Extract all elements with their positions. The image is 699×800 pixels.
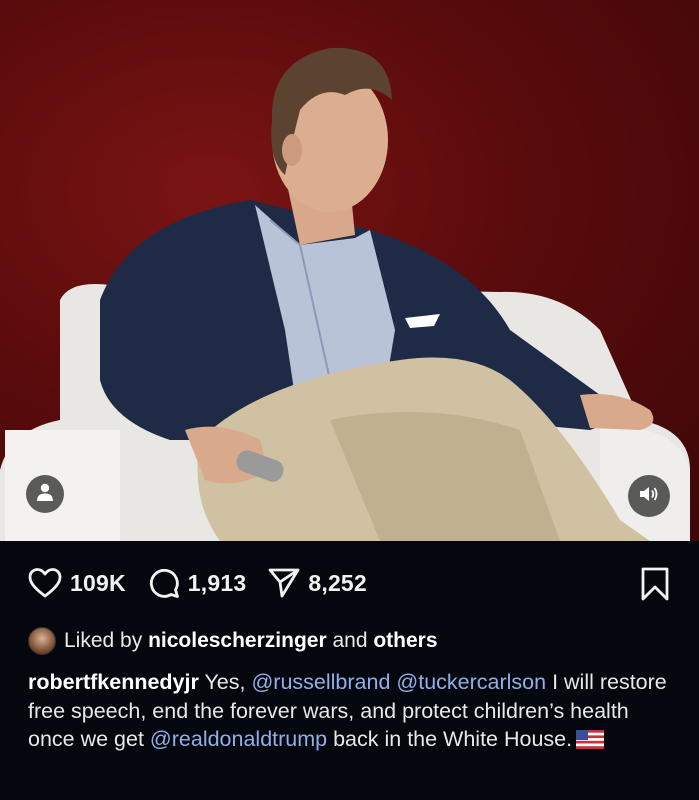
caption-username[interactable]: robertfkennedyjr: [28, 670, 199, 694]
liked-by-and: and: [326, 629, 374, 652]
liked-by-others[interactable]: others: [373, 629, 437, 653]
comment-icon: [148, 567, 180, 599]
caption-text: back in the White House.: [327, 727, 573, 751]
us-flag-icon: [576, 728, 605, 757]
post-caption: robertfkennedyjr Yes, @russellbrand @tuc…: [28, 668, 671, 757]
mention-link[interactable]: @tuckercarlson: [396, 670, 546, 694]
post-media[interactable]: [0, 0, 699, 541]
save-button[interactable]: [641, 567, 669, 606]
liked-by-prefix: Liked by: [64, 629, 149, 652]
comment-button[interactable]: 1,913: [148, 567, 247, 599]
mention-link[interactable]: @russellbrand: [251, 670, 390, 694]
instagram-post: 109K 1,913 8,252 Liked by nicolescherzin…: [0, 0, 699, 800]
video-frame: [0, 47, 690, 541]
like-button[interactable]: 109K: [28, 568, 126, 598]
send-icon: [268, 568, 300, 598]
likes-count[interactable]: 109K: [70, 570, 126, 597]
liked-by-username[interactable]: nicolescherzinger: [148, 629, 327, 653]
caption-text: Yes,: [198, 670, 252, 694]
share-button[interactable]: 8,252: [268, 568, 367, 598]
tagged-people-button[interactable]: [26, 475, 64, 513]
comments-count[interactable]: 1,913: [188, 570, 247, 597]
person-icon: [36, 482, 54, 507]
mute-toggle-button[interactable]: [628, 475, 670, 517]
action-bar: 109K 1,913 8,252: [28, 541, 671, 625]
speaker-icon: [638, 484, 660, 509]
liked-by-line[interactable]: Liked by nicolescherzinger and others: [28, 627, 671, 655]
shares-count[interactable]: 8,252: [308, 570, 367, 597]
post-info: 109K 1,913 8,252 Liked by nicolescherzin…: [0, 541, 699, 800]
avatar[interactable]: [28, 627, 56, 655]
mention-link[interactable]: @realdonaldtrump: [150, 727, 327, 751]
bookmark-icon: [641, 567, 669, 605]
heart-icon: [28, 568, 62, 598]
